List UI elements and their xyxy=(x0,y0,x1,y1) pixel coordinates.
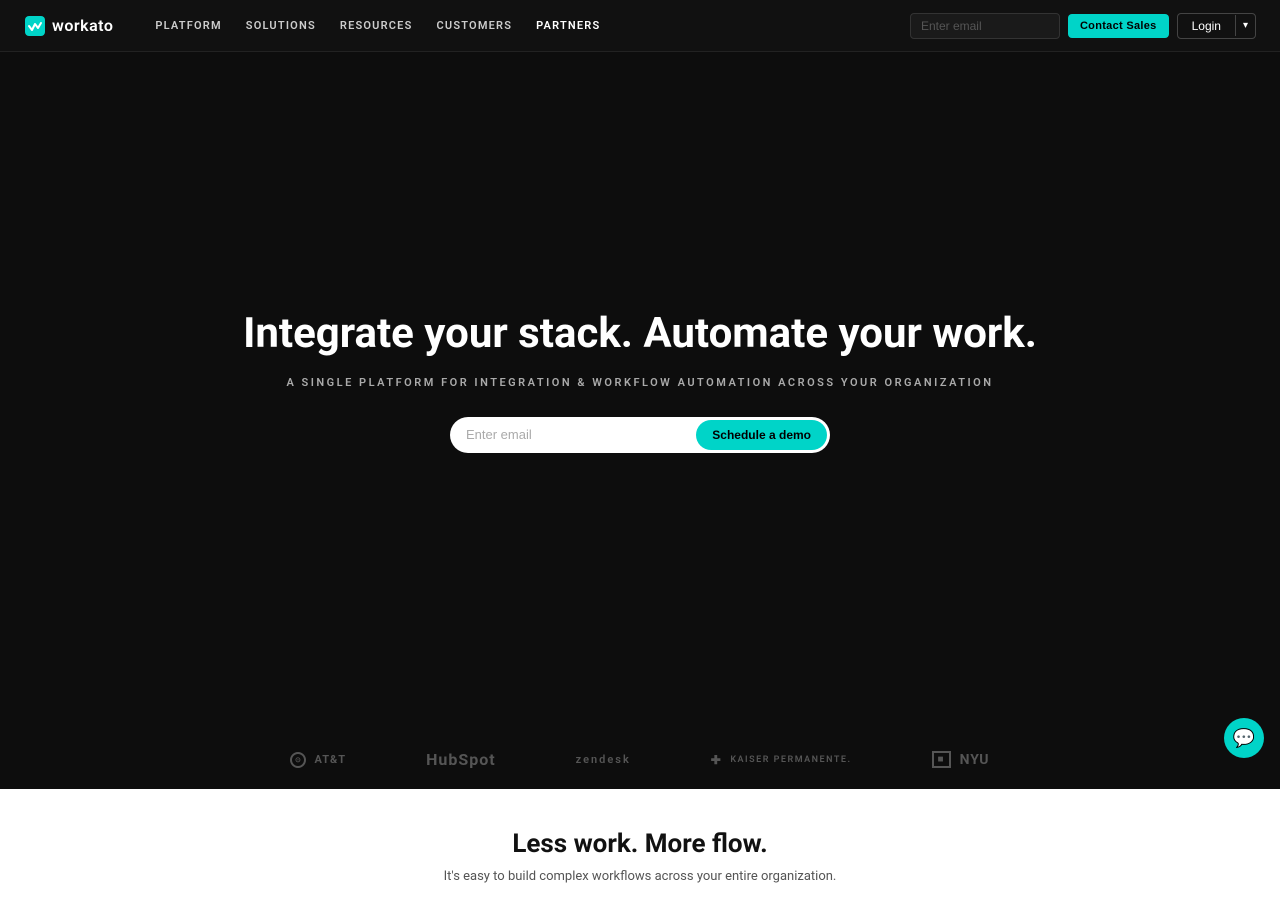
nav-email-input[interactable] xyxy=(910,13,1060,39)
nyu-box-icon: ■ xyxy=(932,751,951,768)
nav-customers[interactable]: CUSTOMERS xyxy=(427,13,523,38)
hero-section: Integrate your stack. Automate your work… xyxy=(0,0,1280,710)
hero-subtitle: A SINGLE PLATFORM FOR INTEGRATION & WORK… xyxy=(286,376,993,389)
nav-partners[interactable]: PARTNERS xyxy=(526,13,610,38)
login-button[interactable]: Login xyxy=(1178,14,1235,38)
navbar: workato PLATFORM SOLUTIONS RESOURCES CUS… xyxy=(0,0,1280,52)
logo-kaiser: ✚ KAISER PERMANENTE. xyxy=(711,753,852,767)
bottom-title: Less work. More flow. xyxy=(20,829,1260,859)
workato-logo-icon xyxy=(24,15,46,37)
navbar-right: Contact Sales Login ▾ xyxy=(910,13,1256,39)
logo-link[interactable]: workato xyxy=(24,15,113,37)
logo-zendesk: zendesk xyxy=(576,753,631,766)
hero-form: Schedule a demo xyxy=(450,417,830,453)
logo-text: workato xyxy=(52,16,113,35)
bottom-section: Less work. More flow. It's easy to build… xyxy=(0,789,1280,904)
hero-email-input[interactable] xyxy=(466,421,696,448)
hero-demo-button[interactable]: Schedule a demo xyxy=(696,420,827,450)
nav-links: PLATFORM SOLUTIONS RESOURCES CUSTOMERS P… xyxy=(145,13,910,38)
att-icon: ⊙ xyxy=(290,752,306,768)
nav-solutions[interactable]: SOLUTIONS xyxy=(236,13,326,38)
chat-icon: 💬 xyxy=(1233,728,1255,749)
logo-att: ⊙ AT&T xyxy=(290,752,346,768)
hero-title: Integrate your stack. Automate your work… xyxy=(243,309,1037,359)
login-button-group: Login ▾ xyxy=(1177,13,1256,39)
bottom-subtitle: It's easy to build complex workflows acr… xyxy=(20,869,1260,884)
logos-section: ⊙ AT&T HubSpot zendesk ✚ KAISER PERMANEN… xyxy=(0,710,1280,789)
chat-bubble-button[interactable]: 💬 xyxy=(1224,718,1264,758)
nav-platform[interactable]: PLATFORM xyxy=(145,13,231,38)
login-dropdown-button[interactable]: ▾ xyxy=(1235,15,1255,36)
nav-resources[interactable]: RESOURCES xyxy=(330,13,423,38)
logo-hubspot: HubSpot xyxy=(426,750,496,769)
contact-sales-button[interactable]: Contact Sales xyxy=(1068,14,1169,38)
kaiser-cross-icon: ✚ xyxy=(711,753,723,767)
logo-nyu: ■ NYU xyxy=(932,751,990,768)
